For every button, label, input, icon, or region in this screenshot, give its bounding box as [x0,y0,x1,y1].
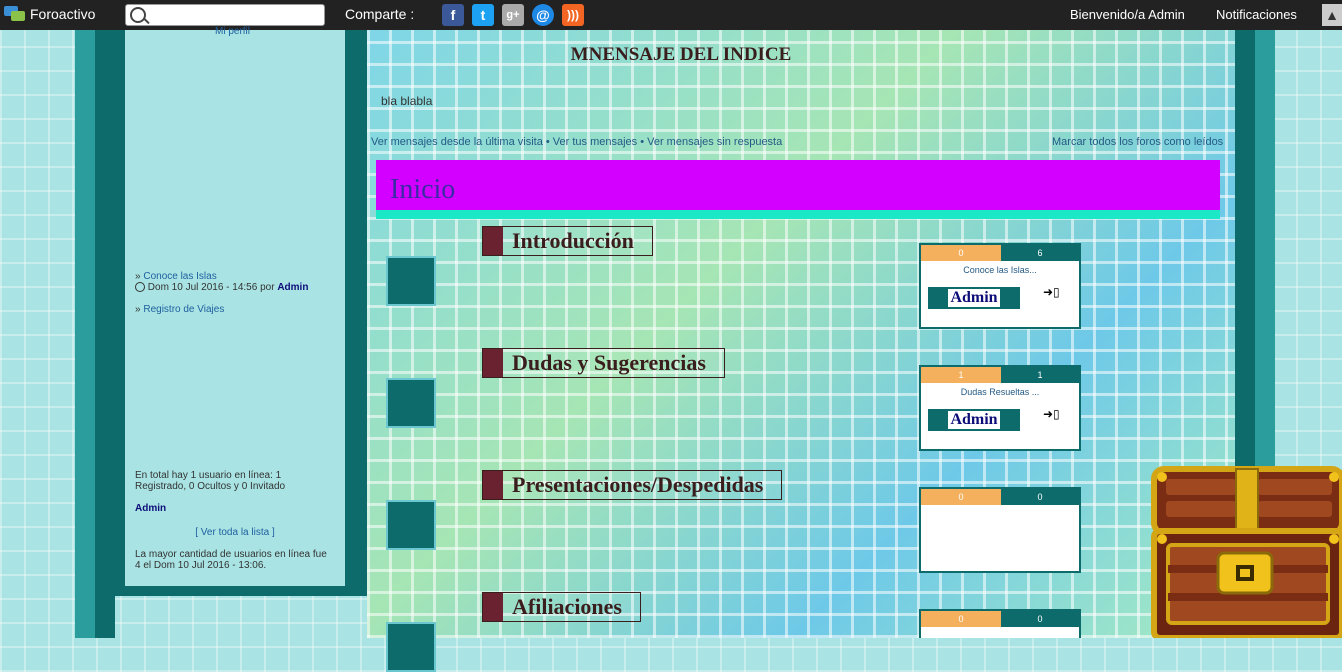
recent-topic-meta: Dom 10 Jul 2016 - 14:56 por Admin [135,282,335,293]
online-record: La mayor cantidad de usuarios en línea f… [135,549,327,571]
online-summary: En total hay 1 usuario en línea: 1 Regis… [135,470,286,492]
share-label: Comparte : [345,6,415,22]
forum-title[interactable]: Afiliaciones [482,592,641,622]
topics-count: 0 [921,611,1001,627]
forum-stats: 0 6 Conoce las Islas... Admin ➜▯ [919,243,1081,329]
forum-status-icon [386,378,436,428]
brand-label: Foroactivo [30,6,96,22]
frame-left-inner [95,30,115,638]
search-box[interactable] [125,4,325,26]
sidebar: Mi perfil » Conoce las Islas Dom 10 Jul … [125,26,345,586]
recent-topic-link[interactable]: Registro de Viajes [143,304,224,315]
posts-count: 0 [1001,611,1079,627]
recent-topic-date: Dom 10 Jul 2016 - 14:56 por [147,282,275,293]
forum-marker [483,471,503,499]
recent-topics: » Conoce las Islas Dom 10 Jul 2016 - 14:… [135,271,335,315]
forum-stats: 1 1 Dudas Resueltas ... Admin ➜▯ [919,365,1081,451]
main-content: MNENSAJE DEL INDICE bla blabla Ver mensa… [367,30,1235,672]
forum-stats: 0 0 [919,609,1081,638]
rss-icon[interactable]: ))) [562,4,584,26]
brand-link[interactable]: Foroactivo [4,6,95,22]
recent-topic-author[interactable]: Admin [277,282,308,293]
author-name[interactable]: Admin [948,289,1000,307]
forum-title[interactable]: Introducción [482,226,653,256]
go-to-last-post-icon[interactable]: ➜▯ [1043,407,1060,421]
category-header[interactable]: Inicio [376,160,1220,219]
chat-bubbles-icon [4,6,26,22]
google-plus-icon[interactable]: g+ [502,4,524,26]
topics-count: 1 [921,367,1001,383]
author-name[interactable]: Admin [948,411,1000,429]
forum-marker [483,593,503,621]
recent-topic: » Conoce las Islas [135,271,217,282]
forum-stats: 0 0 [919,487,1081,573]
go-to-last-post-icon[interactable]: ➜▯ [1043,285,1060,299]
view-messages-links[interactable]: Ver mensajes desde la última visita • Ve… [371,136,782,148]
forum-status-icon [386,622,436,672]
posts-count: 1 [1001,367,1079,383]
forum-title[interactable]: Dudas y Sugerencias [482,348,725,378]
recent-topic-link[interactable]: Conoce las Islas [143,271,216,282]
search-icon[interactable] [130,7,146,23]
facebook-icon[interactable]: f [442,4,464,26]
category-title[interactable]: Inicio [390,174,455,206]
posts-count: 6 [1001,245,1079,261]
profile-link[interactable]: Mi perfil [215,26,250,37]
forum-name[interactable]: Presentaciones/Despedidas [512,472,781,498]
online-user-link[interactable]: Admin [135,503,166,514]
scroll-top-icon[interactable]: ▲ [1322,4,1342,26]
notifications-link[interactable]: Notificaciones [1216,7,1297,22]
topics-count: 0 [921,245,1001,261]
forum-marker [483,227,503,255]
who-is-online: En total hay 1 usuario en línea: 1 Regis… [135,470,335,571]
welcome-link[interactable]: Bienvenido/a Admin [1070,7,1185,22]
email-icon[interactable]: @ [532,4,554,26]
view-full-list-link[interactable]: [ Ver toda la lista ] [195,527,275,538]
forum-name[interactable]: Afiliaciones [512,594,640,620]
forum-marker [483,349,503,377]
topics-count: 0 [921,489,1001,505]
last-post-author[interactable]: Admin [928,287,1020,309]
forum-name[interactable]: Introducción [512,228,652,254]
forum-status-icon [386,500,436,550]
index-body: bla blabla [381,94,433,108]
posts-count: 0 [1001,489,1079,505]
twitter-icon[interactable]: t [472,4,494,26]
forum-status-icon [386,256,436,306]
recent-topic: » Registro de Viajes [135,304,225,315]
index-title: MNENSAJE DEL INDICE [570,44,792,65]
mark-read-link[interactable]: Marcar todos los foros como leídos [1052,136,1223,148]
forum-title[interactable]: Presentaciones/Despedidas [482,470,783,500]
clock-icon [135,282,145,293]
last-post-link[interactable]: Conoce las Islas... [921,265,1079,275]
last-post-author[interactable]: Admin [928,409,1020,431]
search-input[interactable] [152,7,324,25]
last-post-link[interactable]: Dudas Resueltas ... [921,387,1079,397]
toolbar: Foroactivo Comparte : f t g+ @ ))) Bienv… [0,0,1342,30]
treasure-chest-icon [1151,466,1342,638]
forum-name[interactable]: Dudas y Sugerencias [512,350,724,376]
